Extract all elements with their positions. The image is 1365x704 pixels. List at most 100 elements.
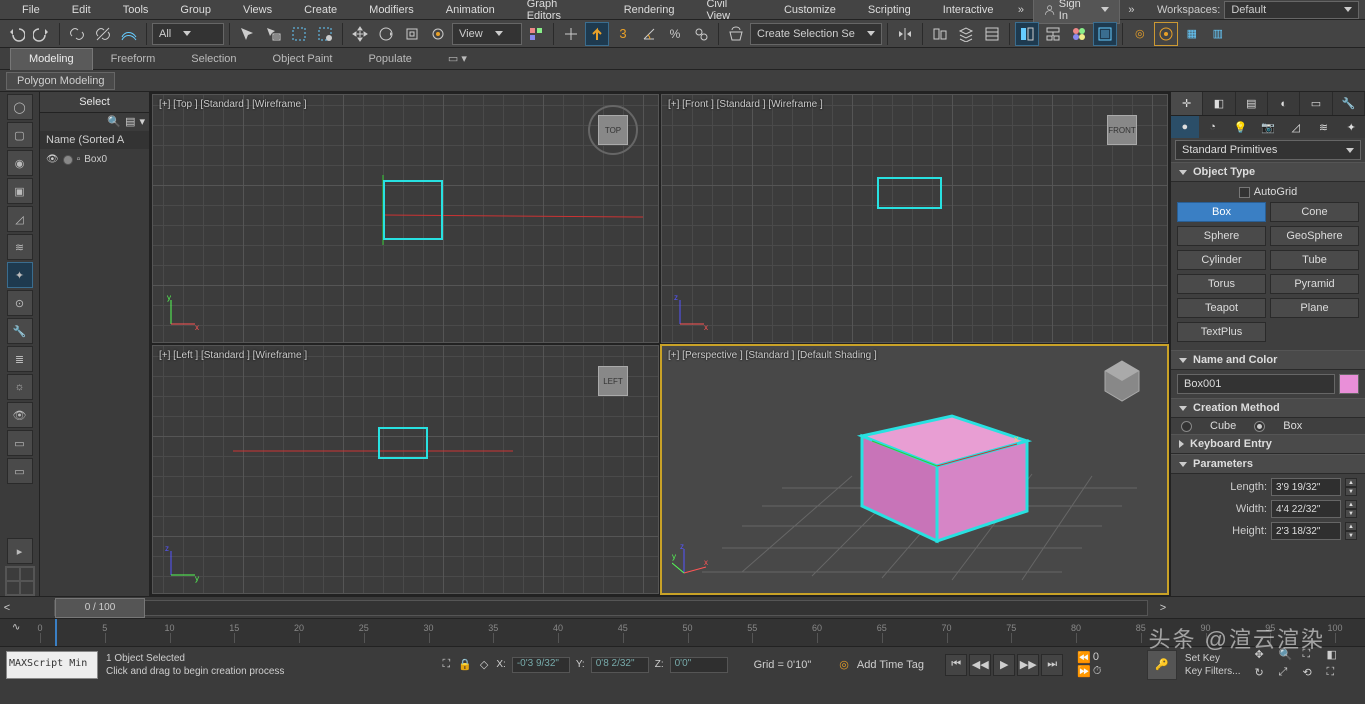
tab-create-icon[interactable]: ✛ [1171,92,1203,115]
primitive-cone-button[interactable]: Cone [1270,202,1359,222]
lock-icon[interactable]: 🔒 [458,658,472,671]
viewport-top-label[interactable]: [+] [Top ] [Standard ] [Wireframe ] [159,99,307,110]
dolly-icon[interactable]: ⤢ [1279,666,1301,682]
primitive-tube-button[interactable]: Tube [1270,250,1359,270]
viewport-top[interactable]: [+] [Top ] [Standard ] [Wireframe ] TOP … [152,94,659,343]
search-icon[interactable]: 🔍 [107,115,121,129]
subtab-geometry-icon[interactable]: ● [1171,116,1199,138]
time-slider-thumb[interactable]: 0 / 100 [55,598,145,618]
ribbon-tab-modeling[interactable]: Modeling [10,48,93,70]
selection-lock-icon[interactable] [724,22,748,46]
select-by-name-icon[interactable] [261,22,285,46]
set-snap-icon[interactable]: ✦ [7,262,33,288]
tab-motion-icon[interactable]: ◐ [1268,92,1300,115]
primitives-select[interactable]: Standard Primitives [1175,140,1361,160]
viewport-front-label[interactable]: [+] [Front ] [Standard ] [Wireframe ] [668,99,823,110]
selection-filter[interactable]: All [152,23,224,45]
autokey-button[interactable]: 🔑 [1147,650,1177,680]
select-object-icon[interactable] [235,22,259,46]
rollout-keyboardentry[interactable]: Keyboard Entry [1171,434,1365,454]
set-box-icon[interactable]: ▢ [7,122,33,148]
bind-icon[interactable] [117,22,141,46]
options-icon[interactable]: ▾ [139,115,145,129]
height-input[interactable]: 2'3 18/32" [1271,522,1341,540]
roll-icon[interactable]: ⟲ [1303,666,1325,682]
menu-scripting[interactable]: Scripting [852,2,927,18]
percent-snap-icon[interactable]: % [663,22,687,46]
zoom-icon[interactable]: 🔍 [1279,648,1301,664]
snap-toggle-icon[interactable]: 3 [611,22,635,46]
goto-start-icon[interactable]: ⏮ [945,654,967,676]
tab-display-icon[interactable]: ▭ [1300,92,1332,115]
set-camera-icon[interactable]: ▣ [7,178,33,204]
primitive-cylinder-button[interactable]: Cylinder [1177,250,1266,270]
rotate-icon[interactable] [374,22,398,46]
ribbon-tab-objectpaint[interactable]: Object Paint [255,48,351,70]
primitive-sphere-button[interactable]: Sphere [1177,226,1266,246]
length-spinner[interactable]: ▲▼ [1345,478,1357,496]
radio-box[interactable] [1254,421,1265,432]
primitive-teapot-button[interactable]: Teapot [1177,298,1266,318]
menu-animation[interactable]: Animation [430,2,511,18]
autogrid-checkbox[interactable] [1239,187,1250,198]
set-blank1-icon[interactable]: ▭ [7,430,33,456]
primitive-torus-button[interactable]: Torus [1177,274,1266,294]
ribbon-tab-freeform[interactable]: Freeform [93,48,174,70]
timeline[interactable]: ∿ 05101520253035404550556065707580859095… [0,618,1365,646]
signin-overflow[interactable]: » [1120,0,1143,22]
zoom-ext-icon[interactable]: ⛶ [1303,648,1325,664]
menu-tools[interactable]: Tools [107,2,165,18]
ribbon-expand-icon[interactable]: ▭ ▾ [430,48,485,70]
menu-edit[interactable]: Edit [56,2,107,18]
time-tag-icon[interactable]: ◎ [839,658,849,671]
coord-y-input[interactable]: 0'8 2/32" [591,657,649,673]
render-setup-icon[interactable] [1093,22,1117,46]
curve-editor-icon[interactable] [980,22,1004,46]
viewport-layout-icon[interactable] [5,566,35,596]
scale-icon[interactable] [400,22,424,46]
subtab-lights-icon[interactable]: 💡 [1226,116,1254,138]
redo-icon[interactable] [30,22,54,46]
setkey-button[interactable]: Set Key [1185,653,1241,664]
render-preset-icon[interactable]: ▥ [1206,22,1230,46]
set-circle-icon[interactable]: ◯ [7,94,33,120]
set-eye-icon[interactable]: 👁 [7,402,33,428]
layers-icon[interactable] [954,22,978,46]
primitive-geosphere-button[interactable]: GeoSphere [1270,226,1359,246]
subtab-spacewarps-icon[interactable]: ≋ [1310,116,1338,138]
viewcube-front[interactable]: FRONT [1097,105,1147,155]
set-wave-icon[interactable]: ≋ [7,234,33,260]
menu-civilview[interactable]: Civil View [690,0,767,24]
rollout-creationmethod[interactable]: Creation Method [1171,398,1365,418]
viewport-left[interactable]: [+] [Left ] [Standard ] [Wireframe ] LEF… [152,345,659,594]
snap-status-icon[interactable]: ◇ [480,658,488,671]
filter-icon[interactable]: ▤ [125,115,135,129]
primitive-plane-button[interactable]: Plane [1270,298,1359,318]
subtab-helpers-icon[interactable]: ◿ [1282,116,1310,138]
maxscript-listener[interactable]: MAXScript Min [6,651,98,679]
scene-item-box[interactable]: 👁 ▫ Box0 [46,153,143,166]
menu-create[interactable]: Create [288,2,353,18]
ribbon-tab-selection[interactable]: Selection [173,48,254,70]
unlink-icon[interactable] [91,22,115,46]
placement-icon[interactable] [426,22,450,46]
move-icon[interactable] [348,22,372,46]
subtab-cameras-icon[interactable]: 📷 [1254,116,1282,138]
object-color-swatch[interactable] [1339,374,1359,394]
menu-views[interactable]: Views [227,2,288,18]
freeze-icon[interactable] [63,155,73,165]
toggle-ribbon-icon[interactable] [1015,22,1039,46]
tab-hierarchy-icon[interactable]: ▤ [1236,92,1268,115]
render-icon[interactable] [1154,22,1178,46]
viewport-left-label[interactable]: [+] [Left ] [Standard ] [Wireframe ] [159,350,307,361]
polygon-modeling-panel[interactable]: Polygon Modeling [6,72,115,90]
set-list-icon[interactable]: ≣ [7,346,33,372]
isolate-icon[interactable]: ⛶ [442,658,450,671]
material-editor-icon[interactable] [1067,22,1091,46]
width-spinner[interactable]: ▲▼ [1345,500,1357,518]
pan-icon[interactable]: ✥ [1255,648,1277,664]
mirror-icon[interactable] [893,22,917,46]
primitive-textplus-button[interactable]: TextPlus [1177,322,1266,342]
viewport-front[interactable]: [+] [Front ] [Standard ] [Wireframe ] FR… [661,94,1168,343]
prev-key-icon[interactable]: ⏪ [1077,651,1091,664]
